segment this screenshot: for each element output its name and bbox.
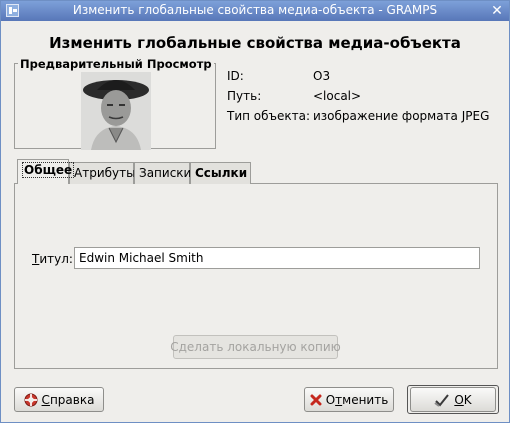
help-mnemonic: С: [41, 392, 50, 407]
ok-label-rest: K: [463, 392, 472, 407]
make-local-copy-button[interactable]: Сделать локальную копию: [170, 335, 341, 359]
type-value: изображение формата JPEG: [313, 109, 490, 123]
portrait-photo: [81, 72, 151, 150]
tab-references-label: Ссылки: [195, 166, 248, 180]
tab-general[interactable]: Общее: [17, 159, 75, 184]
ok-mnemonic: O: [454, 392, 464, 407]
path-label: Путь:: [227, 89, 262, 103]
tab-attributes-label: Атрибуты: [74, 166, 136, 180]
dialog-window: Изменить глобальные свойства медиа-объек…: [0, 0, 510, 423]
tab-notes-label: Записки: [139, 166, 192, 180]
cancel-x-icon: [310, 394, 322, 405]
ok-check-icon: [434, 393, 450, 407]
ok-button[interactable]: OK: [410, 387, 496, 412]
cancel-button[interactable]: Отменить: [304, 387, 394, 412]
tab-general-label: Общее: [22, 162, 75, 178]
help-button[interactable]: Справка: [14, 387, 104, 412]
title-input[interactable]: [74, 247, 480, 269]
title-label-rest: итул:: [39, 252, 73, 266]
help-lifebuoy-icon: [24, 393, 38, 406]
dialog-heading: Изменить глобальные свойства медиа-объек…: [49, 34, 461, 52]
tab-notes[interactable]: Записки: [134, 162, 192, 184]
tab-attributes[interactable]: Атрибуты: [69, 162, 136, 184]
id-value: O3: [313, 69, 331, 83]
type-label: Тип объекта:: [227, 109, 311, 123]
title-bar[interactable]: Изменить глобальные свойства медиа-объек…: [1, 1, 509, 21]
help-button-label: Справка: [42, 393, 95, 407]
id-label: ID:: [227, 69, 244, 83]
media-preview-image[interactable]: [81, 72, 151, 150]
cancel-button-label: Отменить: [326, 393, 389, 407]
cancel-label-rest: менить: [342, 392, 389, 407]
window-menu-icon[interactable]: [6, 4, 19, 17]
ok-button-label: OK: [454, 393, 471, 407]
help-label-rest: правка: [49, 392, 95, 407]
path-value: <local>: [313, 89, 362, 103]
close-icon[interactable]: ✕: [489, 3, 505, 19]
preview-legend: Предварительный Просмотр: [18, 57, 214, 71]
title-field-label: Титул:: [32, 252, 73, 266]
cancel-label-pre: О: [325, 392, 336, 407]
tab-references[interactable]: Ссылки: [190, 162, 251, 184]
window-title: Изменить глобальные свойства медиа-объек…: [72, 3, 438, 17]
